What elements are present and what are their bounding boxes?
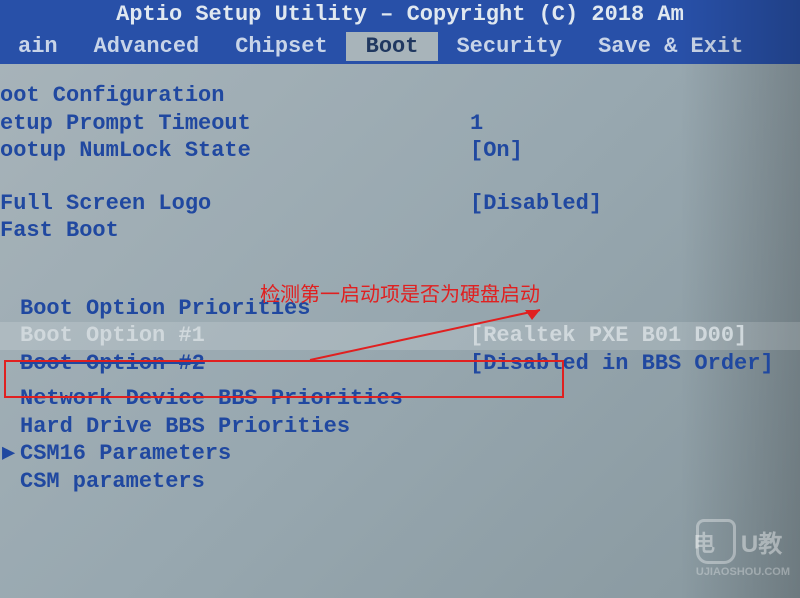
- title-bar: Aptio Setup Utility – Copyright (C) 2018…: [0, 0, 800, 29]
- boot-priorities-label: Boot Option Priorities: [20, 295, 310, 323]
- shield-icon: [696, 519, 736, 564]
- numlock-row[interactable]: ootup NumLock State [On]: [0, 137, 800, 165]
- menu-save-exit[interactable]: Save & Exit: [580, 32, 761, 61]
- hdd-bbs-label: Hard Drive BBS Priorities: [20, 413, 350, 441]
- fast-boot-label: Fast Boot: [0, 217, 119, 245]
- watermark-primary: U教 UJIAOSHOU.COM: [696, 519, 790, 578]
- title-text: Aptio Setup Utility – Copyright (C) 2018…: [116, 2, 684, 27]
- boot-priorities-header: Boot Option Priorities: [0, 295, 800, 323]
- menu-bar: ain Advanced Chipset Boot Security Save …: [0, 29, 800, 64]
- menu-security[interactable]: Security: [438, 32, 580, 61]
- csm-row[interactable]: CSM parameters: [0, 468, 800, 496]
- boot-option-1-row[interactable]: Boot Option #1 [Realtek PXE B01 D00]: [0, 322, 800, 350]
- csm-label: CSM parameters: [20, 468, 205, 496]
- menu-main[interactable]: ain: [0, 32, 76, 61]
- network-bbs-label: Network Device BBS Priorities: [20, 385, 403, 413]
- boot-option-2-label: Boot Option #2: [20, 350, 205, 378]
- full-screen-logo-row[interactable]: Full Screen Logo [Disabled]: [0, 190, 800, 218]
- menu-advanced[interactable]: Advanced: [76, 32, 218, 61]
- watermark-url: UJIAOSHOU.COM: [696, 566, 790, 578]
- hdd-bbs-row[interactable]: Hard Drive BBS Priorities: [0, 413, 800, 441]
- setup-prompt-label: etup Prompt Timeout: [0, 110, 251, 138]
- full-screen-logo-label: Full Screen Logo: [0, 190, 211, 218]
- numlock-label: ootup NumLock State: [0, 137, 251, 165]
- setup-prompt-value: 1: [470, 110, 483, 138]
- triangle-right-icon: ▶: [2, 440, 15, 468]
- content-pane: oot Configuration etup Prompt Timeout 1 …: [0, 64, 800, 495]
- fast-boot-row[interactable]: Fast Boot: [0, 217, 800, 245]
- boot-config-header: oot Configuration: [0, 82, 800, 110]
- bios-screen: Aptio Setup Utility – Copyright (C) 2018…: [0, 0, 800, 598]
- network-bbs-row[interactable]: Network Device BBS Priorities: [0, 385, 800, 413]
- numlock-value: [On]: [470, 137, 523, 165]
- boot-option-1-label: Boot Option #1: [20, 322, 205, 350]
- full-screen-logo-value: [Disabled]: [470, 190, 602, 218]
- menu-boot[interactable]: Boot: [346, 32, 439, 61]
- watermark-brand: U教: [741, 524, 782, 559]
- boot-option-2-row[interactable]: Boot Option #2 [Disabled in BBS Order]: [0, 350, 800, 378]
- boot-option-1-value: [Realtek PXE B01 D00]: [470, 322, 747, 350]
- menu-chipset[interactable]: Chipset: [217, 32, 345, 61]
- csm16-label: CSM16 Parameters: [20, 440, 231, 468]
- csm16-row[interactable]: ▶ CSM16 Parameters: [0, 440, 800, 468]
- boot-option-2-value: [Disabled in BBS Order]: [470, 350, 774, 378]
- setup-prompt-row[interactable]: etup Prompt Timeout 1: [0, 110, 800, 138]
